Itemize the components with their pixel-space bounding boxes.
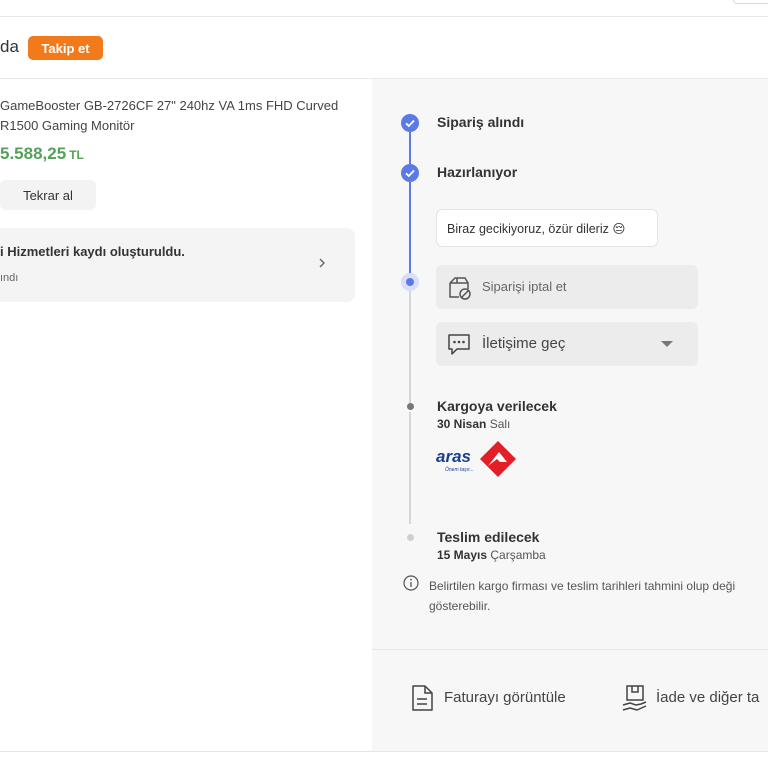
contact-button[interactable]: İletişime geç xyxy=(436,322,698,366)
cancel-order-button[interactable]: Siparişi iptal et xyxy=(436,265,698,309)
order-status-panel xyxy=(372,79,768,751)
price-currency: TL xyxy=(69,148,84,162)
view-invoice-button[interactable]: Faturayı görüntüle xyxy=(410,684,590,712)
cancel-order-label: Siparişi iptal et xyxy=(482,279,567,294)
actions-divider xyxy=(372,649,768,650)
timeline-line-done xyxy=(409,131,411,164)
ship-date-weekday: Salı xyxy=(486,417,511,431)
return-button[interactable]: İade ve diğer ta xyxy=(622,684,768,712)
return-label: İade ve diğer ta xyxy=(656,689,760,706)
pending-step-dot xyxy=(407,403,414,410)
timeline-line-pending xyxy=(409,291,411,403)
delivery-date-weekday: Çarşamba xyxy=(487,548,546,562)
ship-date: 30 Nisan Salı xyxy=(437,417,510,431)
delivery-disclaimer: Belirtilen kargo firması ve teslim tarih… xyxy=(429,576,768,616)
ship-date-day: 30 Nisan xyxy=(437,417,487,431)
service-record-card[interactable] xyxy=(0,228,355,302)
delay-message: Biraz gecikiyoruz, özür dileriz 😔 xyxy=(436,209,658,247)
pending-step-dot xyxy=(407,534,414,541)
step-preparing: Hazırlanıyor xyxy=(437,164,518,180)
step-order-received: Sipariş alındı xyxy=(437,114,525,130)
seller-name[interactable]: da xyxy=(0,37,19,57)
return-box-icon xyxy=(622,685,647,711)
step-to-be-delivered: Teslim edilecek xyxy=(437,529,540,545)
cancel-box-icon xyxy=(449,277,471,300)
timeline-line-current xyxy=(409,181,411,275)
timeline-line-pending xyxy=(409,412,411,524)
step-to-be-shipped: Kargoya verilecek xyxy=(437,398,557,414)
delivery-date: 15 Mayıs Çarşamba xyxy=(437,548,546,562)
top-button-stub[interactable] xyxy=(733,0,768,4)
delivery-date-day: 15 Mayıs xyxy=(437,548,488,562)
contact-label: İletişime geç xyxy=(482,335,566,352)
seller-header xyxy=(0,17,768,78)
service-record-title: i Hizmetleri kaydı oluşturuldu. xyxy=(0,244,185,259)
info-icon xyxy=(403,575,419,591)
view-invoice-label: Faturayı görüntüle xyxy=(444,689,566,706)
disclaimer-line: gösterebilir. xyxy=(429,599,491,613)
check-icon xyxy=(401,164,419,182)
caret-down-icon xyxy=(661,341,673,347)
document-icon xyxy=(412,685,433,711)
check-icon xyxy=(401,114,419,132)
product-title[interactable]: GameBooster GB-2726CF 27" 240hz VA 1ms F… xyxy=(0,96,360,136)
disclaimer-line: Belirtilen kargo firması ve teslim tarih… xyxy=(429,579,736,593)
product-price: 5.588,25 TL xyxy=(0,144,84,164)
service-record-subtitle: ındı xyxy=(0,272,19,284)
aras-logo-text: aras xyxy=(436,447,471,466)
aras-cargo-logo: aras Önem taşır... xyxy=(436,441,516,477)
reorder-button[interactable]: Tekrar al xyxy=(0,180,96,210)
current-step-dot-inner xyxy=(406,278,414,286)
bottom-divider xyxy=(0,751,768,752)
follow-button[interactable]: Takip et xyxy=(28,36,103,60)
chat-icon xyxy=(448,334,470,355)
current-step-dot xyxy=(401,273,419,291)
price-amount: 5.588,25 xyxy=(0,144,67,163)
chevron-right-icon xyxy=(319,258,325,268)
aras-logo-tagline: Önem taşır... xyxy=(445,466,474,473)
